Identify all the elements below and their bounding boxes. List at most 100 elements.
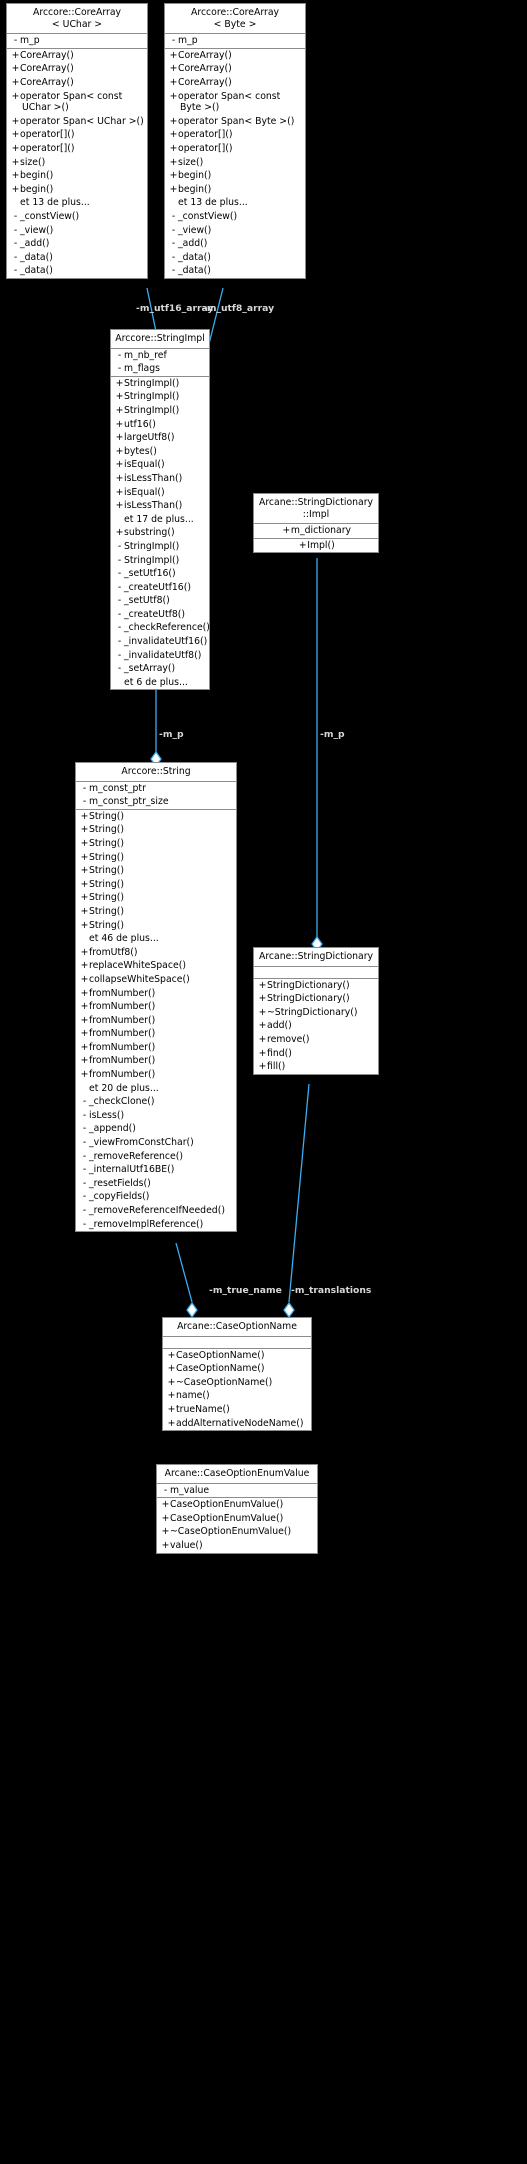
member-name: _setUtf16() — [124, 568, 176, 580]
member-name: CoreArray() — [178, 76, 232, 88]
member-visibility: + — [169, 76, 178, 88]
member-visibility: - — [171, 251, 176, 263]
class-title: Arccore::String — [76, 763, 236, 782]
member-visibility: - — [117, 540, 122, 552]
class-member-row: - _removeReference() — [76, 1150, 236, 1164]
class-node-stringdictionary[interactable]: Arcane::StringDictionary +StringDictiona… — [253, 947, 379, 1075]
member-visibility: - — [13, 35, 18, 47]
class-member-row: +~CaseOptionName() — [163, 1376, 311, 1390]
class-node-caseoptionname[interactable]: Arcane::CaseOptionName +CaseOptionName()… — [162, 1317, 312, 1432]
member-name: StringImpl() — [124, 540, 180, 552]
member-name: largeUtf8() — [124, 432, 175, 444]
edge-label-m-true-name: -m_true_name — [209, 1285, 282, 1296]
class-member-row: - _constView() — [165, 210, 305, 224]
member-visibility: - — [117, 608, 122, 620]
member-visibility: + — [167, 1376, 176, 1388]
member-name: String() — [89, 892, 124, 904]
class-title: Arcane::StringDictionary ::Impl — [254, 494, 378, 525]
class-node-stringimpl[interactable]: Arccore::StringImpl - m_nb_ref - m_flags +S… — [110, 329, 210, 691]
member-name: _internalUtf16BE() — [89, 1164, 175, 1176]
class-member-row: - _setUtf8() — [111, 594, 209, 608]
member-name: isEqual() — [124, 459, 165, 471]
member-visibility: + — [11, 76, 20, 88]
class-methods: +Impl() — [254, 539, 378, 553]
class-member-row: +CaseOptionName() — [163, 1362, 311, 1376]
member-visibility: - — [117, 595, 122, 607]
member-name: utf16() — [124, 418, 156, 430]
member-name: _setArray() — [124, 663, 176, 675]
member-name: CoreArray() — [178, 49, 232, 61]
class-member-row: - _setUtf16() — [111, 567, 209, 581]
class-member-row: +begin() — [7, 183, 147, 197]
member-name: StringImpl() — [124, 404, 180, 416]
member-visibility: - — [117, 554, 122, 566]
member-name: fromNumber() — [89, 1069, 156, 1081]
member-visibility: + — [80, 1069, 89, 1081]
member-name: operator[]() — [20, 129, 75, 141]
class-node-string[interactable]: Arccore::String - m_const_ptr - m_const_ptr… — [75, 762, 237, 1233]
member-name: m_p — [178, 35, 198, 47]
member-visibility: + — [80, 1041, 89, 1053]
edge-m-translations — [288, 1083, 310, 1303]
member-visibility: - — [13, 265, 18, 277]
member-name: m_flags — [124, 363, 161, 375]
member-name: substring() — [124, 527, 175, 539]
class-member-more: et 13 de plus... — [165, 196, 305, 210]
class-title-line1: Arcane::CaseOptionName — [177, 1321, 297, 1332]
class-methods: +CoreArray() +CoreArray() +CoreArray() +ope… — [7, 49, 147, 278]
member-visibility: + — [115, 377, 124, 389]
member-visibility: + — [169, 49, 178, 61]
class-member-row: - m_flags — [111, 362, 209, 376]
member-name: begin() — [178, 170, 212, 182]
member-visibility: + — [11, 115, 20, 127]
class-node-corearray-byte[interactable]: Arccore::CoreArray < Byte > - m_p +CoreAr… — [164, 3, 306, 279]
class-member-row: - _checkClone() — [76, 1095, 236, 1109]
class-node-stringdictionary-impl[interactable]: Arcane::StringDictionary ::Impl +m_dicti… — [253, 493, 379, 554]
member-visibility: + — [80, 1055, 89, 1067]
class-title: Arccore::StringImpl — [111, 330, 209, 349]
member-name: String() — [89, 905, 124, 917]
member-name: ~CaseOptionEnumValue() — [170, 1526, 292, 1538]
member-visibility: + — [169, 115, 178, 127]
member-visibility: + — [80, 973, 89, 985]
class-title: Arcane::StringDictionary — [254, 948, 378, 967]
edge-label-m-translations: -m_translations — [291, 1285, 372, 1296]
member-visibility: - — [13, 251, 18, 263]
member-visibility: + — [282, 525, 291, 537]
class-member-row: +CoreArray() — [7, 49, 147, 63]
class-member-row: +~CaseOptionEnumValue() — [157, 1525, 317, 1539]
class-title-line2: < Byte > — [213, 18, 257, 30]
class-member-row: +StringDictionary() — [254, 992, 378, 1006]
member-name: fromUtf8() — [89, 946, 138, 958]
member-name: StringDictionary() — [267, 993, 350, 1005]
member-name: Impl() — [307, 539, 335, 551]
class-title-line1: Arccore::CoreArray — [190, 7, 280, 18]
member-visibility: + — [169, 170, 178, 182]
member-name: _add() — [178, 238, 208, 250]
class-attributes — [254, 967, 378, 979]
member-visibility: + — [258, 979, 267, 991]
member-visibility: - — [171, 238, 176, 250]
class-member-row: - _view() — [165, 224, 305, 238]
class-title-line1: Arcane::StringDictionary — [258, 497, 374, 508]
class-member-row: +StringImpl() — [111, 390, 209, 404]
member-visibility: + — [115, 500, 124, 512]
class-member-row: +Impl() — [254, 539, 378, 553]
member-name: et 46 de plus... — [89, 933, 159, 945]
member-visibility: + — [80, 1001, 89, 1013]
member-visibility: + — [80, 892, 89, 904]
class-member-row: +isEqual() — [111, 486, 209, 500]
member-name: bytes() — [124, 445, 157, 457]
member-visibility: + — [169, 156, 178, 168]
member-name-continued: UChar >() — [22, 102, 69, 114]
class-member-row: - _invalidateUtf16() — [111, 635, 209, 649]
class-node-caseoptionenumvalue[interactable]: Arcane::CaseOptionEnumValue - m_value +Ca… — [156, 1464, 318, 1554]
class-node-corearray-uchar[interactable]: Arccore::CoreArray < UChar > - m_p +CoreA… — [6, 3, 148, 279]
member-name: et 17 de plus... — [124, 513, 194, 525]
member-visibility: - — [82, 796, 87, 808]
class-attributes: - m_value — [157, 1484, 317, 1499]
class-member-row: - _data() — [7, 251, 147, 265]
member-name: m_const_ptr_size — [89, 796, 169, 808]
member-visibility: - — [171, 35, 176, 47]
member-visibility: + — [11, 49, 20, 61]
